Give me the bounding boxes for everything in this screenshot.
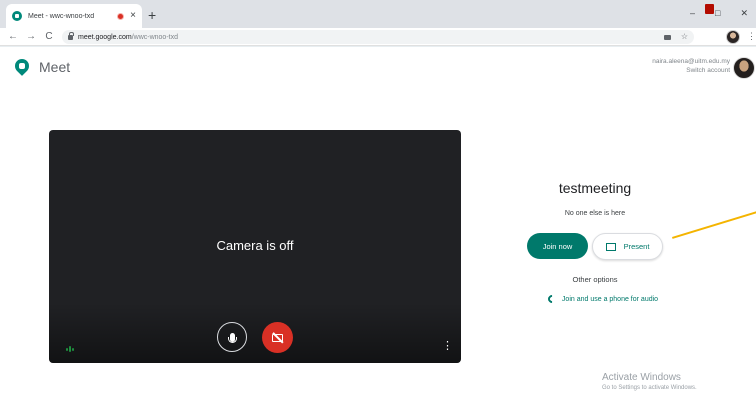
- present-screen-icon: [605, 242, 616, 251]
- reload-button[interactable]: C: [40, 31, 58, 42]
- annotation-arrow-line: [672, 210, 756, 239]
- browser-tabstrip: Meet - wwc-wnoo-txd × + – □ ✕: [0, 0, 756, 28]
- other-options-label: Other options: [572, 275, 618, 284]
- browser-toolbar: ← → C meet.google.com /wwc-wnoo-txd ☆: [0, 28, 756, 46]
- present-button[interactable]: Present: [592, 233, 663, 260]
- meet-logo-icon: [12, 56, 32, 76]
- present-label: Present: [623, 242, 650, 251]
- watermark-title: Activate Windows: [602, 372, 681, 383]
- meet-favicon-icon: [12, 11, 22, 21]
- account-info: naira.aleena@uitm.edu.my Switch account: [652, 58, 730, 74]
- preview-more-options-icon[interactable]: ⋮: [442, 341, 453, 352]
- url-path: /wwc-wnoo-txd: [131, 33, 178, 41]
- switch-account-link[interactable]: Switch account: [652, 67, 730, 74]
- browser-profile-avatar[interactable]: [726, 30, 740, 44]
- meeting-code: testmeeting: [558, 180, 632, 196]
- join-by-phone-link[interactable]: Join and use a phone for audio: [528, 293, 678, 305]
- minimize-button[interactable]: –: [690, 8, 695, 19]
- activate-windows-watermark: Activate Windows Go to Settings to activ…: [602, 372, 697, 391]
- lock-icon: [68, 31, 74, 40]
- join-now-button[interactable]: Join now: [527, 233, 588, 259]
- new-tab-button[interactable]: +: [148, 8, 156, 22]
- meet-logo[interactable]: Meet: [12, 56, 71, 76]
- account-email: naira.aleena@uitm.edu.my: [652, 58, 730, 65]
- meet-page: Meet naira.aleena@uitm.edu.my Switch acc…: [0, 47, 756, 408]
- phone-icon: [546, 293, 558, 305]
- forward-button[interactable]: →: [22, 31, 40, 42]
- microphone-toggle-button[interactable]: [217, 322, 247, 352]
- audio-level-icon: [66, 346, 74, 352]
- camera-off-label: Camera is off: [216, 238, 294, 253]
- microphone-icon: [227, 332, 237, 343]
- bookmark-star-icon[interactable]: ☆: [681, 33, 688, 41]
- camera-toggle-button[interactable]: [262, 322, 293, 353]
- browser-tab-meet[interactable]: Meet - wwc-wnoo-txd ×: [6, 4, 142, 28]
- participants-status: No one else is here: [564, 210, 626, 217]
- address-bar[interactable]: meet.google.com /wwc-wnoo-txd ☆: [62, 30, 694, 44]
- close-window-button[interactable]: ✕: [740, 8, 748, 19]
- meet-logo-text: Meet: [39, 59, 71, 75]
- tab-title: Meet - wwc-wnoo-txd: [28, 12, 95, 20]
- pdf-extension-icon[interactable]: [705, 4, 714, 14]
- camera-off-icon: [272, 333, 283, 342]
- url-host: meet.google.com: [78, 33, 132, 41]
- recording-indicator-icon: [117, 12, 125, 20]
- browser-menu-icon[interactable]: ⋮: [747, 32, 756, 41]
- watermark-subtitle: Go to Settings to activate Windows.: [602, 385, 697, 391]
- maximize-button[interactable]: □: [715, 8, 720, 19]
- join-by-phone-label: Join and use a phone for audio: [561, 295, 659, 303]
- video-preview: Camera is off ⋮: [49, 130, 461, 363]
- camera-permission-icon[interactable]: [663, 34, 671, 40]
- join-panel: testmeeting No one else is here Join now…: [520, 180, 670, 305]
- back-button[interactable]: ←: [4, 31, 22, 42]
- account-avatar[interactable]: [733, 57, 755, 79]
- window-controls: – □ ✕: [690, 8, 748, 19]
- tab-close-icon[interactable]: ×: [130, 11, 136, 21]
